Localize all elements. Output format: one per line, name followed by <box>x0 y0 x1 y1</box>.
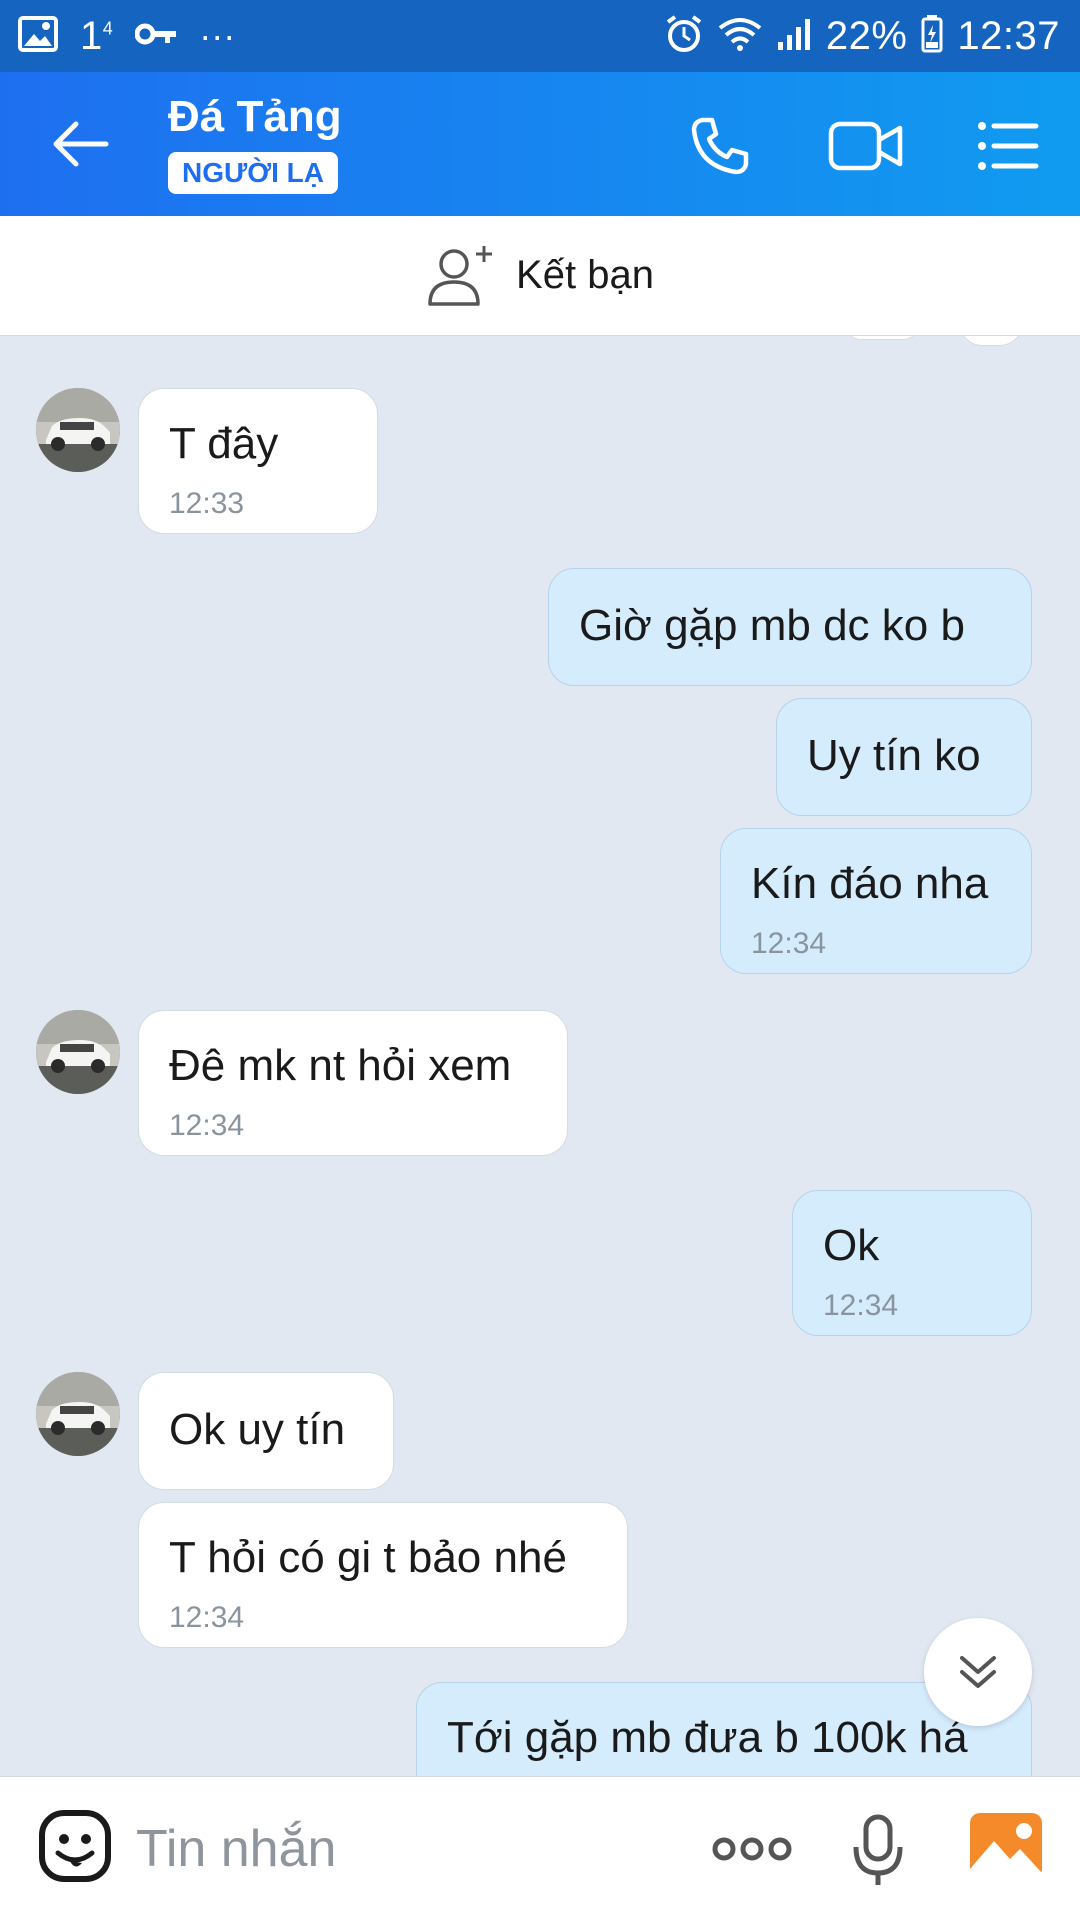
add-friend-bar[interactable]: Kết bạn <box>0 216 1080 336</box>
avatar[interactable] <box>36 388 120 472</box>
back-button[interactable] <box>50 112 114 176</box>
notification-count: 14 <box>80 13 114 58</box>
more-options-button[interactable] <box>712 1829 792 1874</box>
message-text: Đê mk nt hỏi xem <box>169 1041 512 1090</box>
message-bubble-outgoing[interactable]: Uy tín ko <box>776 698 1032 816</box>
emoji-sticker-icon <box>39 1810 111 1882</box>
voice-button[interactable] <box>852 1813 904 1894</box>
scroll-to-bottom-button[interactable] <box>924 1618 1032 1726</box>
list-menu-icon <box>978 122 1039 170</box>
car-avatar-image <box>36 1010 120 1094</box>
message-text: Uy tín ko <box>807 731 981 780</box>
more-dots-icon <box>712 1837 792 1861</box>
message-bubble-incoming[interactable]: Đê mk nt hỏi xem 12:34 <box>138 1010 568 1156</box>
video-call-button[interactable] <box>828 114 904 178</box>
gallery-notification-icon <box>18 15 58 57</box>
message-input-bar <box>0 1776 1080 1920</box>
image-gallery-icon <box>970 1813 1042 1879</box>
battery-icon <box>921 14 943 58</box>
add-friend-icon <box>428 245 493 306</box>
avatar[interactable] <box>36 1372 120 1456</box>
message-time: 12:34 <box>823 1289 899 1322</box>
partial-message <box>842 336 922 340</box>
message-time: 12:34 <box>169 1601 245 1634</box>
key-icon <box>134 21 177 52</box>
message-text: Ok <box>823 1221 880 1270</box>
gallery-button[interactable] <box>968 1811 1044 1886</box>
arrow-left-icon <box>53 121 109 167</box>
message-text: T đây <box>169 419 279 468</box>
message-text: T hỏi có gi t bảo nhé <box>169 1533 567 1582</box>
avatar[interactable] <box>36 1010 120 1094</box>
sticker-button[interactable] <box>38 1809 112 1888</box>
clock: 12:37 <box>957 13 1060 58</box>
message-time: 12:33 <box>169 487 245 520</box>
car-avatar-image <box>36 1372 120 1456</box>
alarm-icon <box>664 14 704 59</box>
message-bubble-incoming[interactable]: Ok uy tín <box>138 1372 394 1490</box>
stranger-badge: NGƯỜI LẠ <box>168 152 338 194</box>
battery-percent: 22% <box>825 13 908 58</box>
message-text: Kín đáo nha <box>751 859 989 908</box>
message-bubble-outgoing[interactable]: Ok 12:34 <box>792 1190 1032 1336</box>
message-time: 12:34 <box>169 1109 245 1142</box>
add-friend-label: Kết bạn <box>516 253 654 297</box>
message-text: Ok uy tín <box>169 1405 346 1454</box>
message-bubble-outgoing[interactable]: Kín đáo nha 12:34 <box>720 828 1032 974</box>
microphone-icon <box>853 1814 903 1885</box>
phone-icon <box>691 117 749 175</box>
car-avatar-image <box>36 388 120 472</box>
message-list[interactable]: T đây 12:33 Giờ gặp mb dc ko b Uy tín ko… <box>0 336 1080 1776</box>
contact-name[interactable]: Đá Tảng <box>168 92 342 142</box>
more-notifications: ··· <box>199 15 236 56</box>
partial-reaction <box>958 336 1024 346</box>
message-bubble-incoming[interactable]: T hỏi có gi t bảo nhé 12:34 <box>138 1502 628 1648</box>
message-text: Giờ gặp mb dc ko b <box>579 601 965 650</box>
message-text: Tới gặp mb đưa b 100k há <box>447 1713 968 1762</box>
chat-header: Đá Tảng NGƯỜI LẠ <box>0 72 1080 216</box>
status-bar: 14 ··· 22% 12:37 <box>0 0 1080 72</box>
call-button[interactable] <box>688 114 752 178</box>
message-time: 12:34 <box>751 927 827 960</box>
menu-button[interactable] <box>976 114 1040 178</box>
message-bubble-outgoing[interactable]: Giờ gặp mb dc ko b <box>548 568 1032 686</box>
message-bubble-incoming[interactable]: T đây 12:33 <box>138 388 378 534</box>
double-chevron-down-icon <box>960 1656 996 1688</box>
message-input[interactable] <box>136 1813 656 1885</box>
video-camera-icon <box>828 121 903 171</box>
wifi-icon <box>718 16 762 57</box>
signal-icon <box>776 16 812 57</box>
